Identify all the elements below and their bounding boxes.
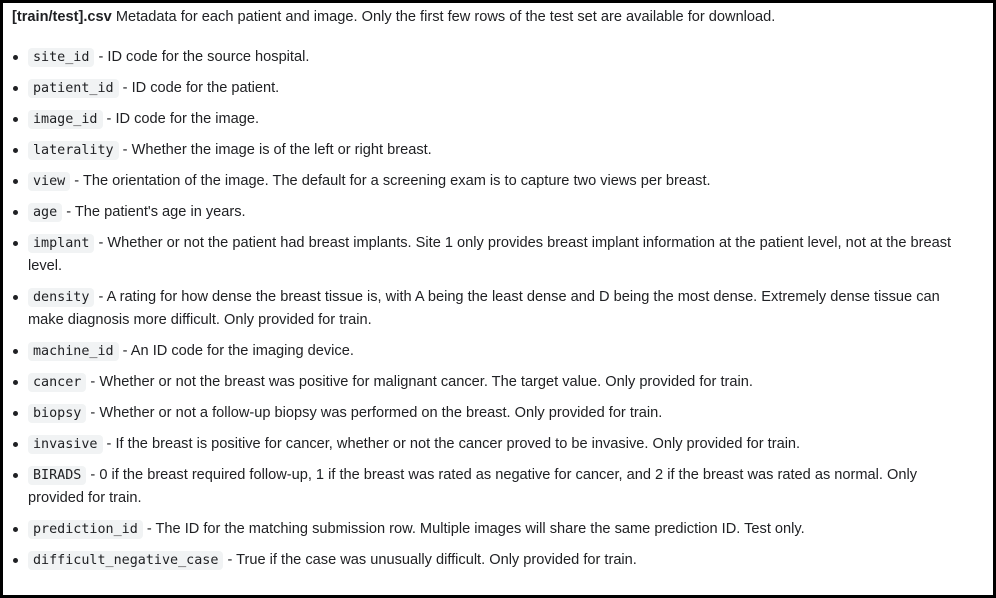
list-item: implant - Whether or not the patient had… bbox=[3, 232, 993, 278]
bullet-icon bbox=[13, 295, 18, 300]
field-description: - ID code for the source hospital. bbox=[94, 49, 310, 65]
bullet-icon bbox=[13, 148, 18, 153]
list-item: view - The orientation of the image. The… bbox=[3, 170, 993, 193]
field-name: site_id bbox=[28, 48, 95, 67]
intro-text: Metadata for each patient and image. Onl… bbox=[111, 9, 776, 25]
list-item: image_id - ID code for the image. bbox=[3, 108, 993, 131]
field-description: - True if the case was unusually difficu… bbox=[223, 552, 637, 568]
list-item: density - A rating for how dense the bre… bbox=[3, 286, 993, 332]
field-description: - 0 if the breast required follow-up, 1 … bbox=[28, 467, 918, 506]
field-description: - Whether or not a follow-up biopsy was … bbox=[86, 405, 663, 421]
field-description: - Whether or not the breast was positive… bbox=[86, 374, 753, 390]
list-item: cancer - Whether or not the breast was p… bbox=[3, 371, 993, 394]
list-item: patient_id - ID code for the patient. bbox=[3, 77, 993, 100]
bullet-icon bbox=[13, 442, 18, 447]
list-item: prediction_id - The ID for the matching … bbox=[3, 518, 993, 541]
field-name: cancer bbox=[28, 373, 87, 392]
document-frame: [train/test].csv Metadata for each patie… bbox=[0, 0, 996, 598]
list-item: invasive - If the breast is positive for… bbox=[3, 433, 993, 456]
bullet-icon bbox=[13, 349, 18, 354]
field-name: invasive bbox=[28, 435, 103, 454]
bullet-icon bbox=[13, 117, 18, 122]
list-item: site_id - ID code for the source hospita… bbox=[3, 46, 993, 69]
bullet-icon bbox=[13, 241, 18, 246]
field-description: - ID code for the patient. bbox=[118, 80, 280, 96]
list-item: difficult_negative_case - True if the ca… bbox=[3, 549, 993, 572]
bullet-icon bbox=[13, 527, 18, 532]
list-item: biopsy - Whether or not a follow-up biop… bbox=[3, 402, 993, 425]
field-name: biopsy bbox=[28, 404, 87, 423]
field-name: age bbox=[28, 203, 63, 222]
list-item: laterality - Whether the image is of the… bbox=[3, 139, 993, 162]
field-description: - Whether the image is of the left or ri… bbox=[118, 142, 432, 158]
bullet-icon bbox=[13, 179, 18, 184]
field-description: - The ID for the matching submission row… bbox=[142, 521, 805, 537]
field-description: - A rating for how dense the breast tiss… bbox=[28, 289, 940, 328]
list-item: age - The patient's age in years. bbox=[3, 201, 993, 224]
bullet-icon bbox=[13, 210, 18, 215]
field-name: image_id bbox=[28, 110, 103, 129]
bullet-icon bbox=[13, 380, 18, 385]
bullet-icon bbox=[13, 86, 18, 91]
field-name: prediction_id bbox=[28, 520, 143, 539]
intro-paragraph: [train/test].csv Metadata for each patie… bbox=[12, 8, 983, 26]
list-item: machine_id - An ID code for the imaging … bbox=[3, 340, 993, 363]
field-description: - If the breast is positive for cancer, … bbox=[102, 436, 801, 452]
field-description: - An ID code for the imaging device. bbox=[118, 343, 354, 359]
field-name: implant bbox=[28, 234, 95, 253]
field-name: laterality bbox=[28, 141, 119, 160]
bullet-icon bbox=[13, 55, 18, 60]
field-name: BIRADS bbox=[28, 466, 87, 485]
field-description: - The patient's age in years. bbox=[62, 204, 246, 220]
field-description: - ID code for the image. bbox=[102, 111, 260, 127]
field-description: - The orientation of the image. The defa… bbox=[70, 173, 711, 189]
field-name: machine_id bbox=[28, 342, 119, 361]
list-item: BIRADS - 0 if the breast required follow… bbox=[3, 464, 993, 510]
field-name: view bbox=[28, 172, 71, 191]
field-description: - Whether or not the patient had breast … bbox=[28, 235, 952, 274]
field-name: difficult_negative_case bbox=[28, 551, 224, 570]
field-name: density bbox=[28, 288, 95, 307]
bullet-icon bbox=[13, 558, 18, 563]
field-name: patient_id bbox=[28, 79, 119, 98]
bullet-icon bbox=[13, 411, 18, 416]
file-name: [train/test].csv bbox=[12, 9, 112, 25]
field-list: site_id - ID code for the source hospita… bbox=[3, 46, 993, 580]
bullet-icon bbox=[13, 473, 18, 478]
